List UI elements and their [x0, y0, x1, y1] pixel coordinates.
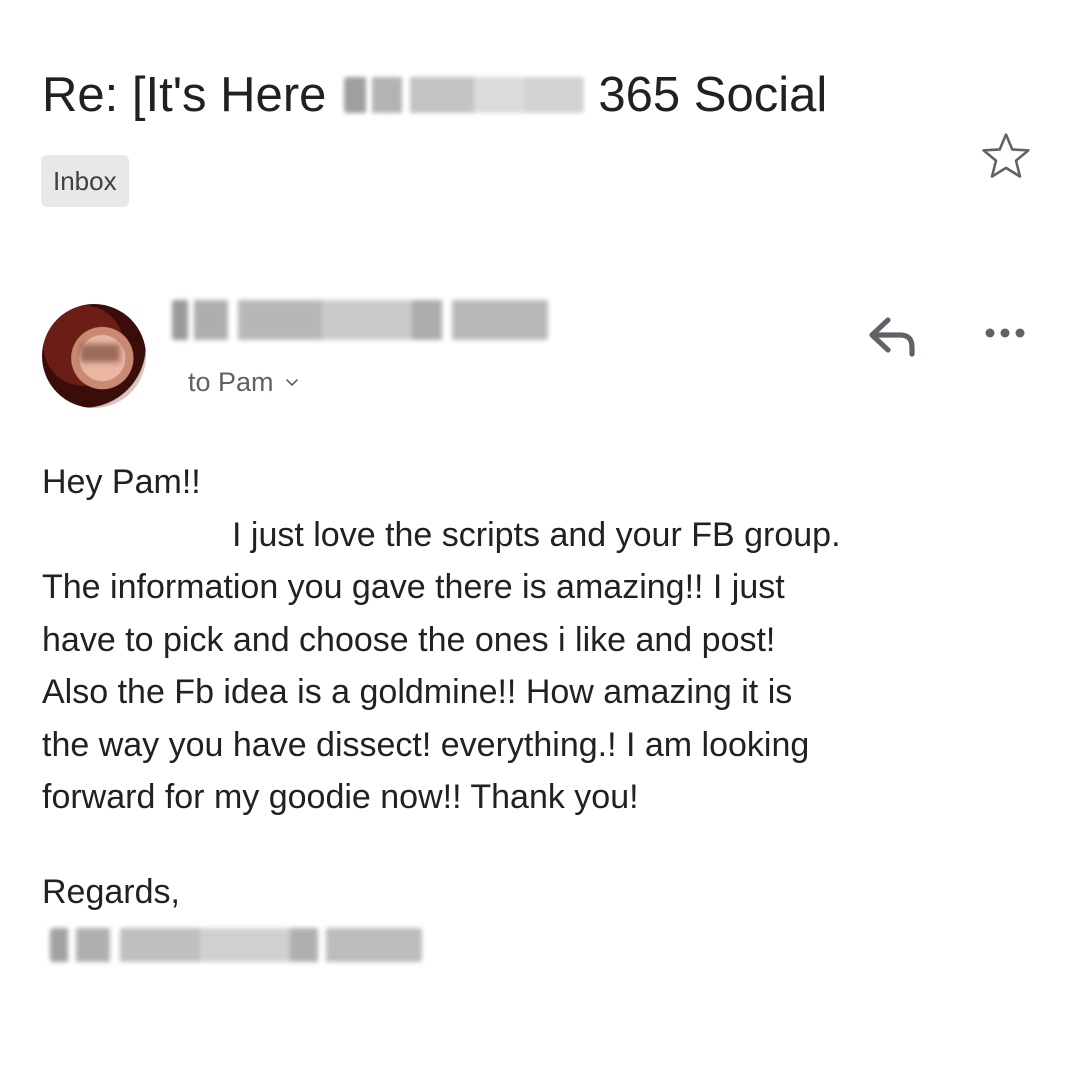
- recipient-text: to Pam: [188, 367, 274, 397]
- body-closing: Regards,: [42, 873, 180, 911]
- redacted-sender-name[interactable]: [172, 300, 548, 340]
- body-line: the way you have dissect! everything.! I…: [42, 725, 810, 764]
- redacted-subject-part: [344, 77, 585, 113]
- body-greeting: Hey Pam!!: [42, 463, 201, 501]
- body-line: I just love the scripts and your FB grou…: [232, 515, 841, 554]
- email-subject: Re: [It's Here 365 Social: [42, 64, 827, 126]
- inbox-label-text: Inbox: [53, 166, 117, 196]
- more-horizontal-icon[interactable]: [978, 318, 1032, 348]
- sender-avatar[interactable]: [42, 304, 146, 408]
- subject-text-start: Re: [It's Here: [42, 68, 327, 122]
- body-line: Also the Fb idea is a goldmine!! How ama…: [42, 673, 793, 711]
- redacted-signature: [50, 928, 422, 962]
- star-outline-icon[interactable]: [978, 128, 1034, 184]
- recipient-line[interactable]: to Pam: [188, 366, 300, 398]
- avatar-redaction: [80, 344, 120, 362]
- subject-text-end: 365 Social: [598, 68, 828, 122]
- body-line: forward for my goodie now!! Thank you!: [42, 778, 639, 816]
- chevron-down-icon: [285, 379, 298, 386]
- body-line: The information you gave there is amazin…: [42, 568, 785, 606]
- email-body: Hey Pam!! I just love the scripts and yo…: [42, 456, 1052, 824]
- reply-icon[interactable]: [864, 312, 920, 360]
- inbox-label-chip[interactable]: Inbox: [41, 155, 129, 207]
- body-line: have to pick and choose the ones i like …: [42, 620, 776, 659]
